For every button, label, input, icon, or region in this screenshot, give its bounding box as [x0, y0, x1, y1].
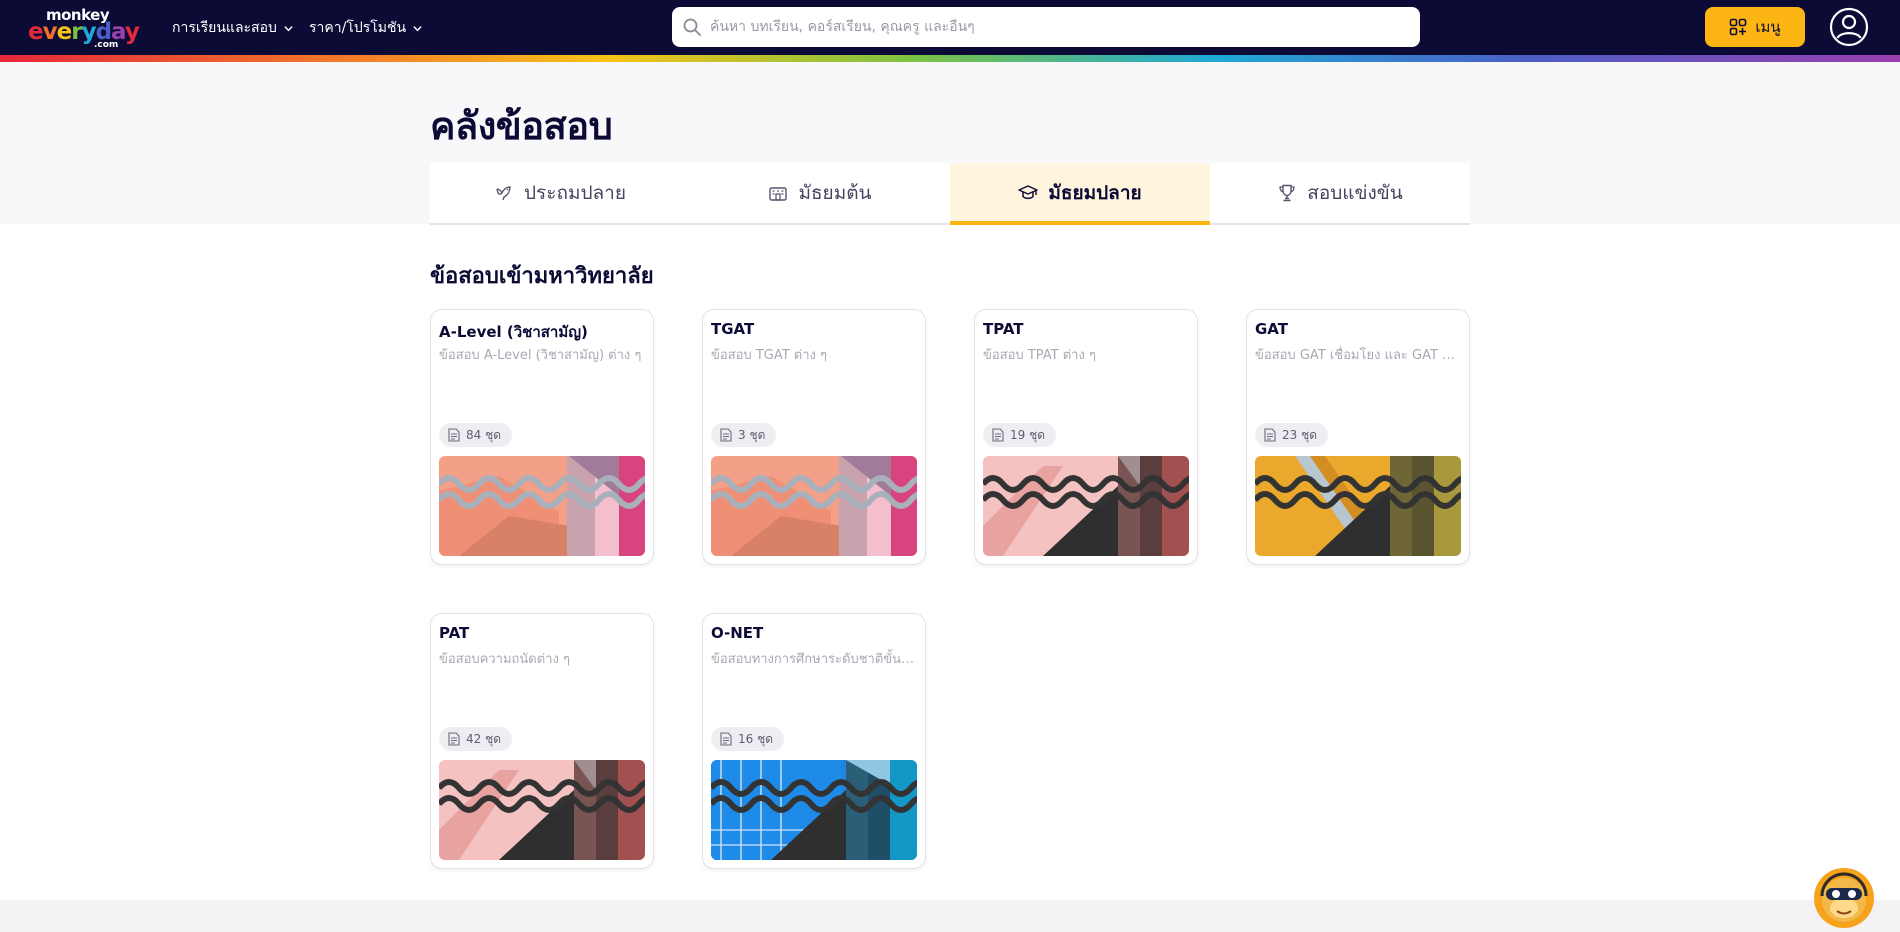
card-title: PAT: [439, 624, 470, 642]
footer-strip: [0, 900, 1900, 932]
nav-label: การเรียนและสอบ: [172, 20, 277, 36]
nav-pricing-promotion[interactable]: ราคา/โปรโมชัน: [309, 17, 423, 39]
card-thumbnail-image: [439, 456, 645, 556]
menu-label: เมนู: [1755, 18, 1781, 36]
card-description: ข้อสอบ A-Level (วิชาสามัญ) ต่าง ๆ: [439, 348, 642, 363]
page-title: คลังข้อสอบ: [430, 104, 613, 148]
monkey-everyday-logo[interactable]: monkey everyday .com: [28, 4, 148, 50]
tab-label: ประถมปลาย: [523, 182, 626, 204]
card-description: ข้อสอบทางการศึกษาระดับชาติขั้นพื้นฐาน: [711, 652, 919, 667]
menu-button[interactable]: เมนู: [1705, 7, 1805, 47]
level-tabs: ประถมปลาย มัธยมต้น มัธยมปลาย สอบแข่งขัน: [430, 163, 1470, 225]
card-count: 84 ชุด: [466, 427, 502, 442]
card-thumbnail-image: [1255, 456, 1461, 556]
document-icon: [720, 732, 732, 746]
tab-upper-secondary[interactable]: มัธยมปลาย: [950, 163, 1210, 225]
document-icon: [720, 428, 732, 442]
monkey-mascot-chat-icon[interactable]: [1812, 866, 1876, 930]
document-icon: [992, 428, 1004, 442]
tab-lower-secondary[interactable]: มัธยมต้น: [690, 163, 950, 223]
card-set-count-badge: 23 ชุด: [1255, 423, 1329, 447]
logo-line-3: .com: [94, 40, 119, 50]
rainbow-divider: [0, 55, 1900, 62]
exam-card-o-net[interactable]: O-NET ข้อสอบทางการศึกษาระดับชาติขั้นพื้น…: [702, 613, 926, 869]
user-profile-icon[interactable]: [1829, 7, 1869, 47]
tab-label: มัธยมปลาย: [1048, 182, 1142, 204]
card-count: 23 ชุด: [1282, 427, 1318, 442]
card-description: ข้อสอบความถนัดต่าง ๆ: [439, 652, 570, 667]
section-title-university-admission: ข้อสอบเข้ามหาวิทยาลัย: [430, 264, 654, 289]
card-title: TPAT: [983, 320, 1024, 338]
card-title: A-Level (วิชาสามัญ): [439, 323, 588, 341]
bird-icon: [496, 186, 511, 201]
card-thumbnail-image: [439, 760, 645, 860]
search-input[interactable]: [710, 19, 1390, 35]
card-description: ข้อสอบ GAT เชื่อมโยง และ GAT ภาษาอังกฤษ: [1255, 348, 1463, 363]
tab-competitive-exams[interactable]: สอบแข่งขัน: [1210, 163, 1470, 223]
card-thumbnail-image: [983, 456, 1189, 556]
card-thumbnail-image: [711, 456, 917, 556]
grid-plus-icon: [1730, 18, 1747, 36]
card-count: 16 ชุด: [738, 731, 774, 746]
chevron-down-icon: [284, 25, 293, 31]
card-set-count-badge: 3 ชุด: [711, 423, 777, 447]
card-description: ข้อสอบ TPAT ต่าง ๆ: [983, 348, 1096, 363]
logo-line-2: everyday: [28, 19, 140, 45]
trophy-icon: [1279, 184, 1295, 202]
chevron-down-icon: [413, 25, 422, 31]
card-thumbnail-image: [711, 760, 917, 860]
card-set-count-badge: 42 ชุด: [439, 727, 513, 751]
nav-learning-and-exams[interactable]: การเรียนและสอบ: [172, 17, 294, 39]
search-icon: [683, 18, 701, 36]
card-description: ข้อสอบ TGAT ต่าง ๆ: [711, 348, 827, 363]
document-icon: [448, 732, 460, 746]
exam-card-a-level[interactable]: A-Level (วิชาสามัญ) ข้อสอบ A-Level (วิชา…: [430, 309, 654, 565]
card-set-count-badge: 19 ชุด: [983, 423, 1057, 447]
card-title: GAT: [1255, 320, 1288, 338]
nav-label: ราคา/โปรโมชัน: [309, 20, 407, 36]
card-set-count-badge: 16 ชุด: [711, 727, 785, 751]
card-count: 42 ชุด: [466, 731, 502, 746]
tab-label: มัธยมต้น: [798, 182, 872, 204]
card-count: 19 ชุด: [1010, 427, 1046, 442]
school-building-icon: [769, 187, 788, 201]
tab-label: สอบแข่งขัน: [1307, 182, 1403, 204]
exam-card-gat[interactable]: GAT ข้อสอบ GAT เชื่อมโยง และ GAT ภาษาอัง…: [1246, 309, 1470, 565]
exam-card-tpat[interactable]: TPAT ข้อสอบ TPAT ต่าง ๆ 19 ชุด: [974, 309, 1198, 565]
card-title: TGAT: [711, 320, 755, 338]
document-icon: [1264, 428, 1276, 442]
card-count: 3 ชุด: [738, 427, 766, 442]
card-title: O-NET: [711, 624, 764, 642]
exam-card-tgat[interactable]: TGAT ข้อสอบ TGAT ต่าง ๆ 3 ชุด: [702, 309, 926, 565]
search-bar[interactable]: [672, 7, 1420, 47]
document-icon: [448, 428, 460, 442]
graduation-cap-icon: [1018, 185, 1039, 200]
exam-card-pat[interactable]: PAT ข้อสอบความถนัดต่าง ๆ 42 ชุด: [430, 613, 654, 869]
tab-primary-upper[interactable]: ประถมปลาย: [430, 163, 690, 223]
card-set-count-badge: 84 ชุด: [439, 423, 513, 447]
